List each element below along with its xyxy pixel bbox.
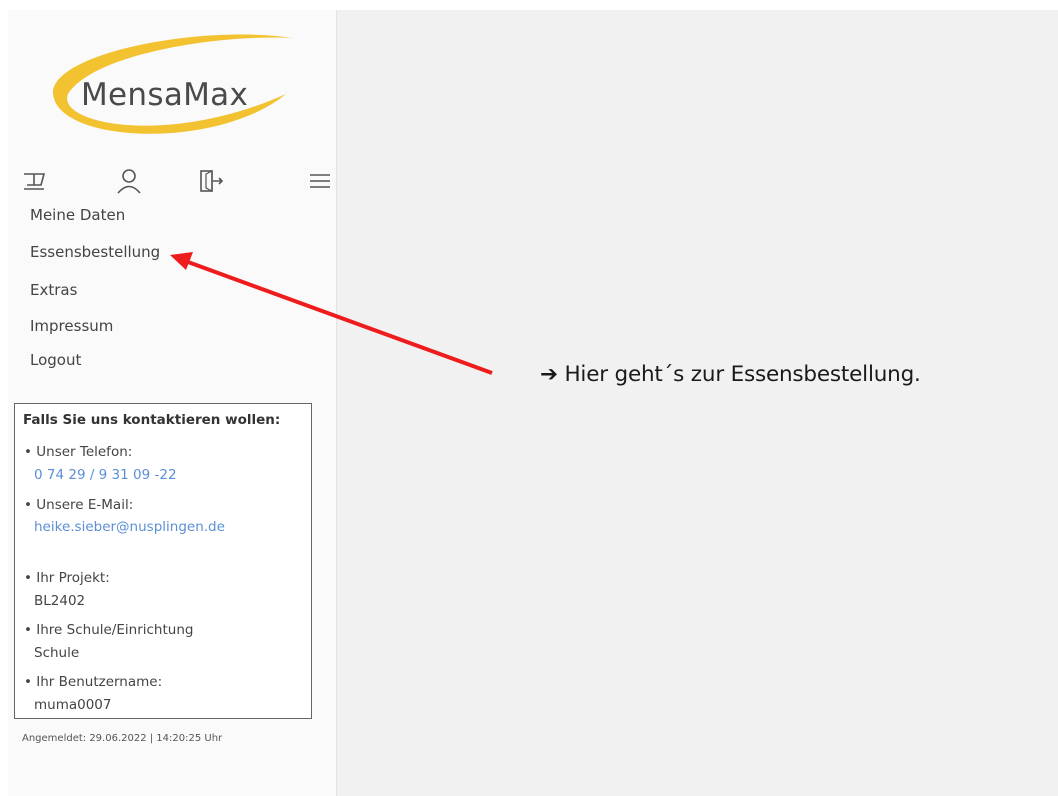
logout-door-icon[interactable] — [198, 168, 224, 196]
phone-label: • Unser Telefon: — [24, 444, 133, 460]
nav-item-impressum[interactable]: Impressum — [30, 317, 113, 335]
project-label: • Ihr Projekt: — [24, 570, 110, 586]
nav-item-extras[interactable]: Extras — [30, 281, 77, 299]
cart-icon[interactable] — [22, 168, 48, 196]
email-label: • Unsere E-Mail: — [24, 497, 134, 513]
username-label: • Ihr Benutzername: — [24, 674, 163, 690]
school-value: Schule — [34, 645, 80, 661]
email-link[interactable]: heike.sieber@nusplingen.de — [34, 519, 225, 535]
contact-box: Falls Sie uns kontaktieren wollen: • Uns… — [14, 403, 312, 719]
nav-item-logout[interactable]: Logout — [30, 351, 81, 369]
main-content-area — [337, 10, 1058, 796]
menu-icon[interactable] — [308, 168, 334, 196]
contact-title: Falls Sie uns kontaktieren wollen: — [23, 412, 281, 428]
username-value: muma0007 — [34, 697, 112, 713]
user-icon[interactable] — [116, 168, 142, 196]
login-timestamp: Angemeldet: 29.06.2022 | 14:20:25 Uhr — [22, 733, 223, 744]
logo-text: MensaMax — [81, 77, 249, 113]
school-label: • Ihre Schule/Einrichtung — [24, 622, 194, 638]
phone-link[interactable]: 0 74 29 / 9 31 09 -22 — [34, 467, 177, 483]
icon-toolbar — [16, 168, 336, 200]
nav-item-meine-daten[interactable]: Meine Daten — [30, 206, 125, 224]
annotation-text: ➔ Hier geht´s zur Essensbestellung. — [540, 362, 921, 387]
nav-item-essensbestellung[interactable]: Essensbestellung — [30, 243, 160, 261]
project-value: BL2402 — [34, 593, 86, 609]
mensamax-logo[interactable]: MensaMax — [48, 32, 298, 152]
